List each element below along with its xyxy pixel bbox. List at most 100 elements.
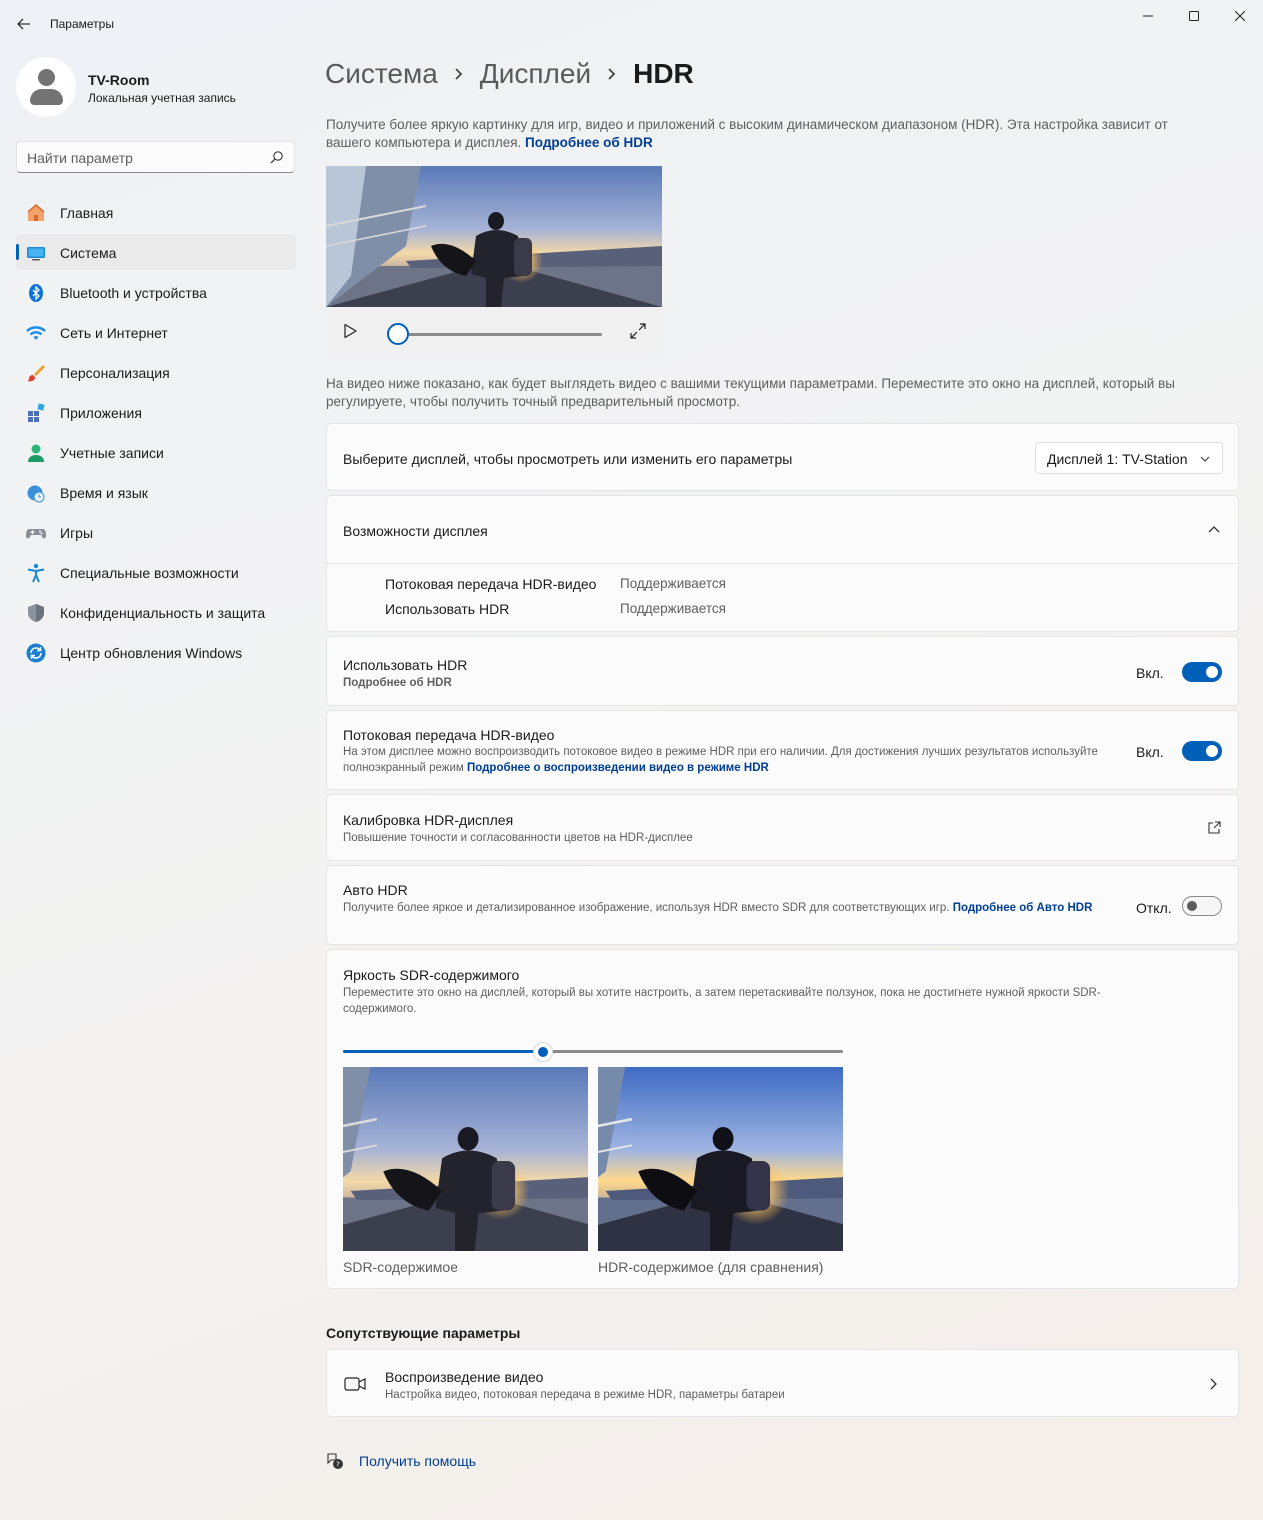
hdr-preview-caption: HDR-содержимое (для сравнения) xyxy=(598,1259,824,1275)
preview-note: На видео ниже показано, как будет выгляд… xyxy=(326,376,1175,409)
profile-account-type: Локальная учетная запись xyxy=(88,91,236,105)
capabilities-title: Возможности дисплея xyxy=(343,523,488,539)
auto-hdr-toggle[interactable] xyxy=(1182,896,1222,916)
shield-icon xyxy=(28,604,44,622)
gamepad-icon xyxy=(26,529,46,539)
hdr-preview-image xyxy=(598,1067,843,1251)
sidebar-item-accounts[interactable]: Учетные записи xyxy=(16,434,296,470)
sidebar-item-label: Учетные записи xyxy=(60,445,164,461)
toggle-knob xyxy=(1206,666,1218,678)
sidebar-item-label: Конфиденциальность и защита xyxy=(60,605,266,621)
intro-text: Получите более яркую картинку для игр, в… xyxy=(326,117,1168,150)
hdr-streaming-learn-more-link[interactable]: Подробнее о воспроизведении видео в режи… xyxy=(467,762,769,774)
help-chat-icon: ? xyxy=(327,1453,343,1469)
capabilities-header[interactable]: Возможности дисплея xyxy=(327,496,1238,564)
video-progress-track[interactable] xyxy=(398,333,602,336)
brush-icon xyxy=(27,365,45,382)
display-capabilities-card: Возможности дисплея Потоковая передача H… xyxy=(326,495,1239,632)
sidebar-item-personalization[interactable]: Персонализация xyxy=(16,354,296,390)
sdr-preview-caption: SDR-содержимое xyxy=(343,1259,458,1275)
avatar xyxy=(16,57,76,117)
hdr-streaming-toggle[interactable] xyxy=(1182,741,1222,761)
search-placeholder: Найти параметр xyxy=(27,150,133,166)
auto-hdr-description: Получите более яркое и детализированное … xyxy=(343,900,1113,916)
avatar-body xyxy=(30,89,63,105)
fullscreen-icon[interactable] xyxy=(630,323,646,339)
sidebar-item-home[interactable]: Главная xyxy=(16,194,296,230)
auto-hdr-learn-more-link[interactable]: Подробнее об Авто HDR xyxy=(953,902,1093,914)
sdr-brightness-slider-thumb[interactable] xyxy=(533,1042,553,1062)
breadcrumb-display[interactable]: Дисплей xyxy=(480,58,591,90)
get-help-link: Получить помощь xyxy=(359,1453,477,1469)
sdr-brightness-title: Яркость SDR-содержимого xyxy=(343,967,520,983)
sidebar-item-system[interactable]: Система xyxy=(16,234,296,270)
svg-text:?: ? xyxy=(336,1461,340,1469)
sdr-brightness-slider-track[interactable] xyxy=(551,1050,843,1053)
minimize-button[interactable] xyxy=(1125,4,1171,28)
clock-globe-icon xyxy=(27,485,45,503)
bluetooth-icon xyxy=(29,284,43,302)
sidebar-item-label: Время и язык xyxy=(60,485,148,501)
use-hdr-toggle[interactable] xyxy=(1182,662,1222,682)
display-dropdown[interactable]: Дисплей 1: TV-Station xyxy=(1035,442,1223,474)
sidebar-item-label: Bluetooth и устройства xyxy=(60,285,207,301)
learn-more-hdr-link[interactable]: Подробнее об HDR xyxy=(525,135,653,150)
wifi-icon xyxy=(26,326,46,340)
back-button[interactable] xyxy=(12,12,36,36)
sidebar-item-network[interactable]: Сеть и Интернет xyxy=(16,314,296,350)
sidebar-item-label: Персонализация xyxy=(60,365,170,381)
sidebar-item-time-language[interactable]: Время и язык xyxy=(16,474,296,510)
capability-value: Поддерживается xyxy=(620,601,726,616)
intro-description: Получите более яркую картинку для игр, в… xyxy=(326,116,1206,152)
sidebar-item-label: Главная xyxy=(60,205,114,221)
toggle-knob xyxy=(1206,745,1218,757)
accessibility-icon xyxy=(27,563,45,583)
sidebar-item-privacy[interactable]: Конфиденциальность и защита xyxy=(16,594,296,630)
sidebar-item-label: Игры xyxy=(60,525,94,541)
sdr-brightness-description: Переместите это окно на дисплей, который… xyxy=(343,987,1101,1015)
sidebar-item-label: Специальные возможности xyxy=(60,565,239,581)
use-hdr-learn-more-link[interactable]: Подробнее об HDR xyxy=(343,675,452,691)
close-icon xyxy=(1235,11,1245,21)
hdr-streaming-title: Потоковая передача HDR-видео xyxy=(343,727,555,743)
page-title: HDR xyxy=(633,58,694,89)
hdr-streaming-description: На этом дисплее можно воспроизводить пот… xyxy=(343,744,1103,776)
profile-name: TV-Room xyxy=(88,72,150,88)
close-button[interactable] xyxy=(1217,4,1263,28)
sidebar-item-bluetooth[interactable]: Bluetooth и устройства xyxy=(16,274,296,310)
capability-name: Потоковая передача HDR-видео xyxy=(385,576,597,592)
system-icon xyxy=(27,247,45,261)
capability-name: Использовать HDR xyxy=(385,601,510,617)
sidebar-item-apps[interactable]: Приложения xyxy=(16,394,296,430)
chevron-up-icon xyxy=(1208,526,1220,533)
breadcrumb-system[interactable]: Система xyxy=(325,58,438,90)
hdr-calibration-title: Калибровка HDR-дисплея xyxy=(343,812,514,828)
toggle-knob xyxy=(1187,901,1197,911)
hdr-streaming-state-label: Вкл. xyxy=(1136,744,1164,760)
display-select-label: Выберите дисплей, чтобы просмотреть или … xyxy=(343,451,793,467)
video-progress-thumb[interactable] xyxy=(387,323,409,345)
breadcrumb: Система Дисплей HDR xyxy=(325,58,694,90)
play-icon[interactable] xyxy=(342,323,358,339)
maximize-button[interactable] xyxy=(1171,4,1217,28)
use-hdr-state-label: Вкл. xyxy=(1136,665,1164,681)
title-bar: Параметры xyxy=(0,0,1263,48)
video-camera-icon xyxy=(344,1377,366,1391)
update-icon xyxy=(26,643,46,663)
sidebar-item-label: Сеть и Интернет xyxy=(60,325,168,341)
use-hdr-title: Использовать HDR xyxy=(343,657,468,673)
sidebar-item-label: Приложения xyxy=(60,405,142,421)
sidebar-item-accessibility[interactable]: Специальные возможности xyxy=(16,554,296,590)
related-video-playback-card[interactable]: Воспроизведение видео Настройка видео, п… xyxy=(326,1349,1239,1417)
sidebar-item-windows-update[interactable]: Центр обновления Windows xyxy=(16,634,296,670)
search-input[interactable]: Найти параметр xyxy=(16,141,295,173)
hdr-calibration-description: Повышение точности и согласованности цве… xyxy=(343,832,693,844)
display-dropdown-value: Дисплей 1: TV-Station xyxy=(1047,451,1188,467)
sidebar-item-gaming[interactable]: Игры xyxy=(16,514,296,550)
related-item-description: Настройка видео, потоковая передача в ре… xyxy=(385,1389,785,1401)
sdr-brightness-slider-fill[interactable] xyxy=(343,1050,537,1053)
minimize-icon xyxy=(1143,15,1153,17)
video-controls xyxy=(326,307,662,355)
avatar-head xyxy=(38,69,55,86)
hdr-calibration-card[interactable]: Калибровка HDR-дисплея Повышение точност… xyxy=(326,794,1239,861)
